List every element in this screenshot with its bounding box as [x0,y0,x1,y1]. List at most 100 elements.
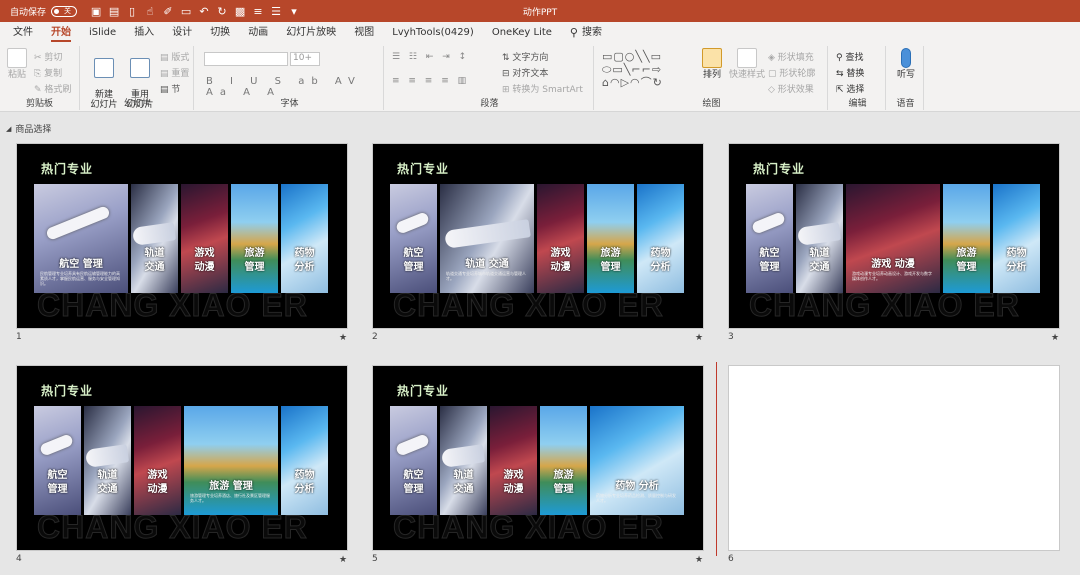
ribbon: 粘贴 ✂ 剪切 ⎘ 复制 ✎ 格式刷 剪贴板 新建 幻灯片 重用 幻灯片 ▤ 版… [0,44,1080,112]
tab-6[interactable]: 动画 [239,22,277,44]
dictate-label: 听写 [896,70,915,80]
microphone-icon [901,48,911,68]
slideshow-icon[interactable]: ▩ [231,5,249,18]
shape-outline-button[interactable]: ▢ 形状轮廓 [768,66,815,79]
panel-caption: 药物 分析 [294,248,315,274]
slide-number: 4 [16,554,22,564]
autosave-label: 自动保存 [10,7,47,18]
animation-star-icon[interactable]: ★ [339,555,347,565]
ribbon-tabs: 文件 开始 iSlide 插入 设计 切换 动画 幻灯片放映 视图 LvyhTools(0429)… [0,22,1080,44]
shape-effects-button[interactable]: ◇ 形状效果 [768,82,814,95]
arrange-label: 排列 [702,70,721,80]
cut-label: 剪切 [44,53,63,63]
replace-button[interactable]: ⇆ 替换 [836,66,864,79]
dictate-button[interactable]: 听写 [891,48,921,80]
section-button[interactable]: ▤ 节 [160,82,180,95]
panel-caption: 轨道 交通 [465,259,509,271]
section-header[interactable]: ◢ 商品选择 [6,122,52,136]
panel-caption: 药物 分析 [294,470,315,496]
panel-caption: 旅游 管理 [956,248,977,274]
autosave-toggle[interactable]: 关 [51,5,78,17]
text-direction-button[interactable]: ⇅ 文字方向 [502,50,548,63]
panel-tour: 旅游 管理 [587,184,634,293]
select-button[interactable]: ⇱ 选择 [836,82,864,95]
shape-fill-label: 形状填充 [777,53,814,63]
tab-1[interactable]: 开始 [42,22,80,44]
tab-0[interactable]: 文件 [4,22,42,44]
slides-group-label: 幻灯片 [123,99,151,109]
panel-aviation: 航空 管理 [390,184,437,293]
slide-thumbnail[interactable] [728,365,1060,551]
tab-search[interactable]: ⚲ 搜索 [561,22,611,44]
find-button[interactable]: ⚲ 查找 [836,50,863,63]
panel-aviation: 航空 管理 [390,406,437,515]
format-painter-button[interactable]: ✎ 格式刷 [34,82,71,95]
text-direction-label: 文字方向 [512,53,549,63]
train-shape [85,444,130,469]
copy-button[interactable]: ⎘ 复制 [34,66,62,79]
save-icon[interactable]: ▣ [87,5,105,18]
panel-game: 游戏 动漫 游戏动漫专业培养动画设计、游戏开发与数字媒体创作人才。 [846,184,940,293]
autosave-control[interactable]: 自动保存 关 [10,5,78,18]
layout-button[interactable]: ▤ 版式 [160,50,189,63]
panel-aviation: 航空 管理 [746,184,793,293]
tab-10[interactable]: OneKey Lite [483,22,561,44]
animation-star-icon[interactable]: ★ [339,333,347,343]
format-painter-icon[interactable]: ✐ [159,5,177,18]
panel-aviation: 航空 管理 民航管理专业培养具有民航运输管理能力的高素质人才，掌握民航运营、服务与… [34,184,128,293]
align-buttons[interactable]: ≡ ≡ ≡ ≡ ▥ [392,76,469,86]
more-icon[interactable]: ▾ [285,5,303,18]
quick-styles-icon [737,48,757,68]
animation-star-icon[interactable]: ★ [695,333,703,343]
redo-icon[interactable]: ↻ [213,5,231,18]
paste-button[interactable]: 粘贴 [2,48,32,80]
editing-group: ⚲ 查找 ⇆ 替换 ⇱ 选择 编辑 [830,46,886,110]
slide-title: 热门专业 [397,384,450,398]
tab-2[interactable]: iSlide [80,22,125,44]
slide-thumbnail[interactable]: CHANG XIAO ER 热门专业 航空 管理 民航管理专业培养具有民航运输管理能力… [16,143,348,329]
slide-thumbnail[interactable]: CHANG XIAO ER 热门专业 航空 管理 轨道 交通 游戏 动漫 旅游 管理 药物 … [372,365,704,551]
panel-caption: 旅游 管理 [244,248,265,274]
tab-7[interactable]: 幻灯片放映 [277,22,345,44]
panel-caption: 航空 管理 [403,248,424,274]
reset-button[interactable]: ▤ 重置 [160,66,189,79]
save-as-icon[interactable]: ▤ [105,5,123,18]
open-icon[interactable]: ▭ [177,5,195,18]
slide-thumbnail[interactable]: CHANG XIAO ER 热门专业 航空 管理 轨道 交通 游戏 动漫 游戏动漫专业培养… [728,143,1060,329]
shapes-gallery[interactable]: ▭▢○╲╲▭ ⬭▭╲⌐⌐⇨ ⌂◠▷◠⌒↻ [602,50,686,90]
panel-caption: 航空 管理 [59,259,103,271]
font-format-buttons[interactable]: B I U S ab AV Aa A A [206,76,383,98]
panel-tour: 旅游 管理 [231,184,278,293]
collapse-triangle-icon[interactable]: ◢ [6,125,11,133]
tab-9[interactable]: LvyhTools(0429) [383,22,483,44]
undo-icon[interactable]: ↶ [195,5,213,18]
tab-5[interactable]: 切换 [201,22,239,44]
panel-rail: 轨道 交通 轨道交通专业培养城市轨道交通运营与管理人才。 [440,184,534,293]
align-icon[interactable]: ≡ [249,5,267,18]
panel-tour: 旅游 管理 [943,184,990,293]
slide-title: 热门专业 [753,162,806,176]
shape-fill-button[interactable]: ◈ 形状填充 [768,50,814,63]
paragraph-group: ☰ ☷ ⇤ ⇥ ↕ ≡ ≡ ≡ ≡ ▥ ⇅ 文字方向 ⊟ 对齐文本 ⊞ 转换为 … [386,46,594,110]
section-name: 商品选择 [15,125,52,135]
distribute-icon[interactable]: ☰ [267,5,285,18]
panel-caption: 药物 分析 [1006,248,1027,274]
animation-star-icon[interactable]: ★ [1051,333,1059,343]
cut-button[interactable]: ✂ 剪切 [34,50,62,63]
animation-star-icon[interactable]: ★ [695,555,703,565]
tab-4[interactable]: 设计 [163,22,201,44]
touch-mode-icon[interactable]: ☝ [141,5,159,18]
arrange-button[interactable]: 排列 [698,48,726,80]
voice-group-label: 语音 [896,99,915,109]
font-name-field[interactable] [204,52,288,66]
smartart-button[interactable]: ⊞ 转换为 SmartArt [502,82,583,95]
tab-8[interactable]: 视图 [345,22,383,44]
slide-thumbnail[interactable]: CHANG XIAO ER 热门专业 航空 管理 轨道 交通 轨道交通专业培养城市轨道交… [372,143,704,329]
quick-styles-button[interactable]: 快速样式 [728,48,766,80]
align-text-button[interactable]: ⊟ 对齐文本 [502,66,548,79]
slide-thumbnail[interactable]: CHANG XIAO ER 热门专业 航空 管理 轨道 交通 游戏 动漫 旅游 管理 旅游管… [16,365,348,551]
list-buttons[interactable]: ☰ ☷ ⇤ ⇥ ↕ [392,52,469,62]
new-file-icon[interactable]: ▯ [123,5,141,18]
tab-3[interactable]: 插入 [125,22,163,44]
font-size-field[interactable]: 10+ [290,52,320,66]
